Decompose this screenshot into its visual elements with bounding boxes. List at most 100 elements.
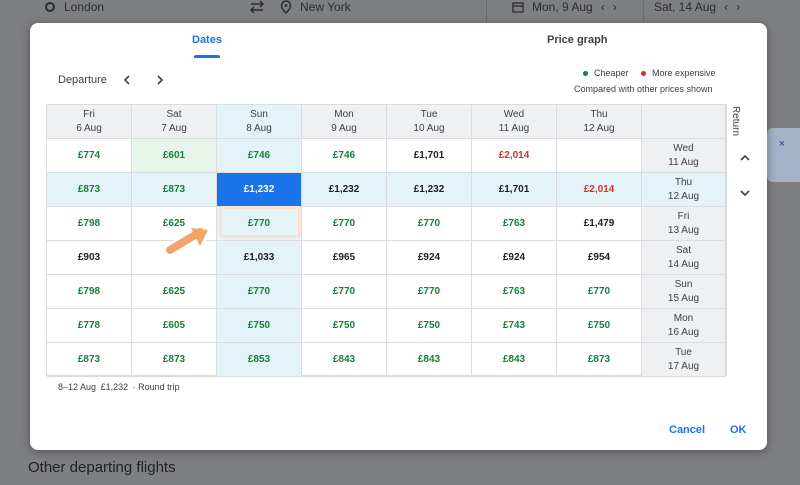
price-cell[interactable]: £743 <box>472 309 557 343</box>
price-cell[interactable]: £843 <box>302 343 387 377</box>
price-cell[interactable]: £965 <box>302 241 387 275</box>
calendar-icon <box>512 2 524 13</box>
price-cell[interactable]: £770 <box>302 207 387 241</box>
price-cell[interactable]: £601 <box>132 139 217 173</box>
swap-button[interactable] <box>248 0 266 20</box>
return-date-text: Sat, 14 Aug <box>654 0 717 14</box>
price-cell[interactable]: £605 <box>132 309 217 343</box>
origin-field[interactable]: London <box>44 0 104 20</box>
destination-field[interactable]: New York <box>280 0 351 20</box>
row-day: Sat <box>675 244 691 256</box>
price-cell[interactable]: £774 <box>47 139 132 173</box>
price-value: £843 <box>332 353 356 365</box>
row-day: Thu <box>674 176 693 188</box>
price-cell[interactable]: £770 <box>387 207 472 241</box>
price-value: £1,232 <box>243 183 275 195</box>
chevron-left-icon[interactable]: ‹ <box>724 0 728 14</box>
price-value: £774 <box>77 149 101 161</box>
close-icon[interactable]: × <box>779 138 785 150</box>
price-value: £750 <box>332 319 356 331</box>
departure-prev-button[interactable] <box>118 71 136 89</box>
price-value: £770 <box>332 217 356 229</box>
price-cell[interactable]: £770 <box>217 207 302 241</box>
price-cell[interactable]: £1,701 <box>387 139 472 173</box>
price-cell[interactable] <box>132 241 217 275</box>
price-value: £853 <box>247 353 271 365</box>
price-value: £750 <box>247 319 271 331</box>
price-cell[interactable]: £778 <box>47 309 132 343</box>
tab-dates[interactable]: Dates <box>192 34 222 46</box>
price-cell[interactable]: £924 <box>472 241 557 275</box>
price-cell[interactable]: £770 <box>217 275 302 309</box>
price-cell[interactable]: £763 <box>472 207 557 241</box>
price-cell[interactable]: £770 <box>387 275 472 309</box>
chevron-right-icon[interactable]: › <box>613 0 617 14</box>
summary-dates: 8–12 Aug <box>58 382 97 392</box>
price-cell[interactable]: £750 <box>557 309 642 343</box>
row-day: Fri <box>677 210 690 222</box>
price-value: £924 <box>502 251 526 263</box>
price-cell[interactable]: £843 <box>472 343 557 377</box>
price-cell[interactable]: £1,232 <box>387 173 472 207</box>
price-cell[interactable]: £798 <box>47 207 132 241</box>
chevron-right-icon <box>157 75 164 85</box>
price-cell[interactable]: £770 <box>557 275 642 309</box>
departure-next-button[interactable] <box>151 71 169 89</box>
price-value: £778 <box>77 319 101 331</box>
price-cell[interactable]: £625 <box>132 207 217 241</box>
depart-date-field[interactable]: Mon, 9 Aug ‹ › <box>512 0 617 20</box>
price-cell[interactable]: £798 <box>47 275 132 309</box>
price-cell[interactable]: £763 <box>472 275 557 309</box>
row-header: Sun 15 Aug <box>642 275 726 309</box>
search-bar-background: London New York Mon, 9 Aug ‹ › Sat, 14 A… <box>0 0 800 24</box>
price-cell[interactable]: £746 <box>302 139 387 173</box>
price-cell[interactable]: £625 <box>132 275 217 309</box>
price-cell[interactable]: £954 <box>557 241 642 275</box>
price-cell[interactable]: £873 <box>47 343 132 377</box>
price-cell[interactable]: £750 <box>217 309 302 343</box>
price-cell[interactable]: £1,232 <box>217 173 302 207</box>
price-value: £965 <box>332 251 356 263</box>
row-day: Wed <box>673 142 694 154</box>
price-cell[interactable]: £873 <box>47 173 132 207</box>
return-prev-button[interactable] <box>736 149 754 167</box>
price-cell[interactable]: £873 <box>132 173 217 207</box>
price-value: £743 <box>502 319 526 331</box>
price-cell[interactable]: £2,014 <box>472 139 557 173</box>
price-cell[interactable]: £873 <box>132 343 217 377</box>
return-date-field[interactable]: Sat, 14 Aug ‹ › <box>654 0 740 20</box>
price-cell[interactable]: £750 <box>387 309 472 343</box>
price-cell[interactable]: £750 <box>302 309 387 343</box>
chevron-left-icon[interactable]: ‹ <box>601 0 605 14</box>
price-value: £763 <box>502 217 526 229</box>
green-dot-icon <box>583 70 588 76</box>
location-pin-icon <box>280 0 292 14</box>
tab-price-graph[interactable]: Price graph <box>547 34 608 46</box>
price-cell[interactable]: £903 <box>47 241 132 275</box>
row-day: Sun <box>674 278 693 290</box>
row-day: Mon <box>673 312 694 324</box>
price-cell[interactable]: £924 <box>387 241 472 275</box>
price-cell[interactable]: £1,232 <box>302 173 387 207</box>
price-cell[interactable]: £770 <box>302 275 387 309</box>
price-cell[interactable]: £1,479 <box>557 207 642 241</box>
price-cell[interactable]: £843 <box>387 343 472 377</box>
price-value: £605 <box>162 319 186 331</box>
price-cell[interactable]: £746 <box>217 139 302 173</box>
price-cell[interactable]: £853 <box>217 343 302 377</box>
price-cell[interactable]: £873 <box>557 343 642 377</box>
price-cell[interactable]: £2,014 <box>557 173 642 207</box>
cancel-button[interactable]: Cancel <box>669 424 705 436</box>
price-value: £770 <box>587 285 611 297</box>
chevron-right-icon[interactable]: › <box>736 0 740 14</box>
ok-button[interactable]: OK <box>730 424 747 436</box>
return-next-button[interactable] <box>736 184 754 202</box>
chevron-left-icon <box>123 75 130 85</box>
price-cell[interactable]: £1,033 <box>217 241 302 275</box>
price-cell[interactable] <box>557 139 642 173</box>
price-cell[interactable]: £1,701 <box>472 173 557 207</box>
column-date: 8 Aug <box>246 122 272 134</box>
price-value: £770 <box>417 217 441 229</box>
chevron-up-icon <box>740 154 750 161</box>
row-date: 13 Aug <box>667 224 700 236</box>
